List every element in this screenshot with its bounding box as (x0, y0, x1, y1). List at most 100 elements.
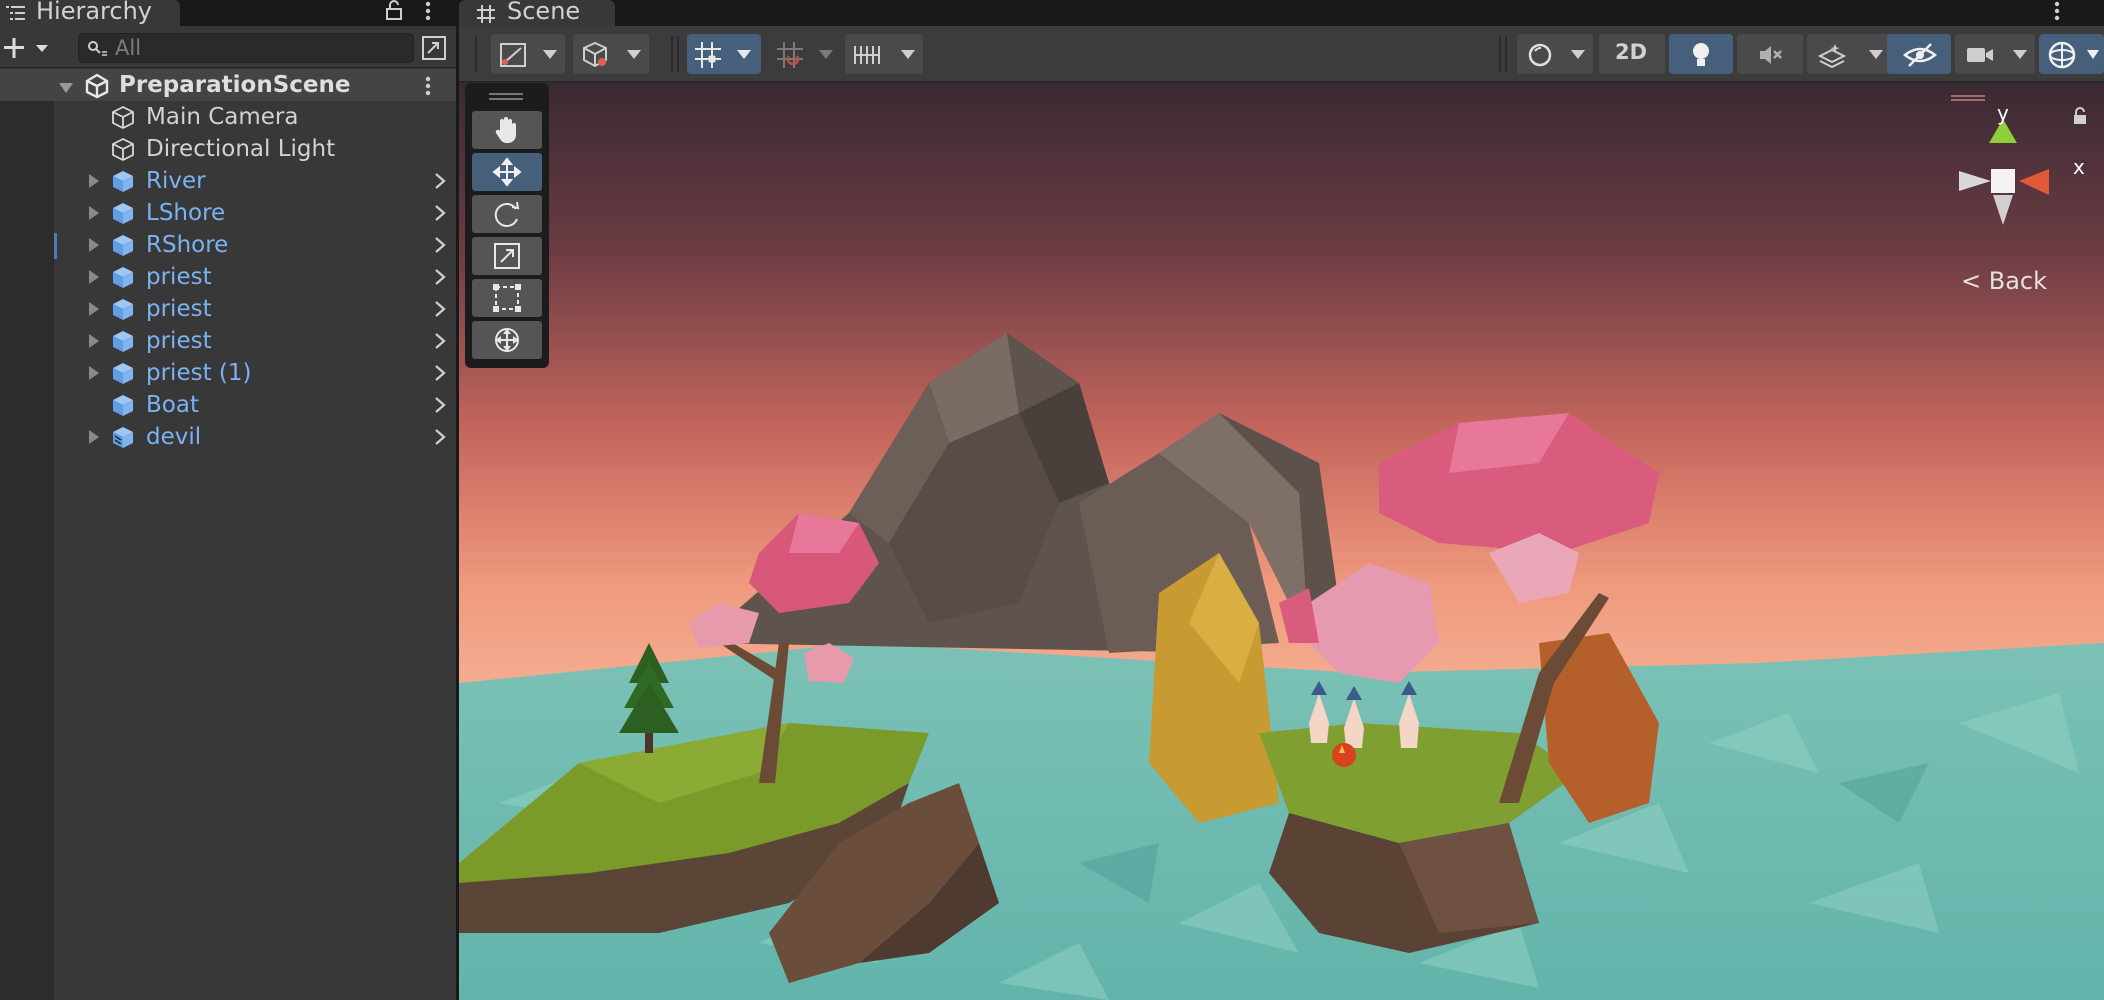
search-input[interactable] (115, 36, 405, 60)
open-prefab-chevron-icon[interactable] (434, 300, 446, 322)
hand-tool-button[interactable] (472, 111, 542, 149)
hierarchy-row[interactable]: LShore (54, 197, 456, 229)
gizmo-x-label: x (2073, 155, 2085, 179)
gizmos-toggle-button[interactable] (2039, 34, 2104, 74)
open-prefab-chevron-icon[interactable] (434, 332, 446, 354)
rulers-button[interactable] (845, 34, 923, 74)
palette-grip-icon[interactable] (489, 93, 523, 101)
hierarchy-row[interactable]: River (54, 165, 456, 197)
hierarchy-row[interactable]: priest (54, 261, 456, 293)
expand-arrow-icon[interactable] (88, 269, 100, 289)
transform-tool-button[interactable] (472, 321, 542, 359)
scene-more-icon[interactable] (420, 75, 436, 101)
hierarchy-panel: Hierarchy PreparationScene (0, 0, 456, 1000)
render-mode-button[interactable] (1517, 34, 1593, 74)
tool-palette (465, 83, 549, 368)
hierarchy-row[interactable]: priest (1) (54, 357, 456, 389)
open-prefab-chevron-icon[interactable] (434, 236, 446, 258)
prefab-icon (110, 360, 136, 390)
rotate-tool-button[interactable] (472, 195, 542, 233)
open-prefab-chevron-icon[interactable] (434, 396, 446, 418)
scene-render (459, 83, 2104, 1000)
open-prefab-chevron-icon[interactable] (434, 204, 446, 226)
draw-mode-icon (500, 43, 526, 67)
hierarchy-row-label: Directional Light (146, 136, 336, 162)
expand-arrow-icon[interactable] (88, 301, 100, 321)
gizmo-neg-x-arrow[interactable] (1959, 171, 1991, 191)
gizmo-center-cube[interactable] (1991, 169, 2015, 193)
hierarchy-row[interactable]: priest (54, 293, 456, 325)
hierarchy-row[interactable]: RShore (54, 229, 456, 261)
open-prefab-chevron-icon[interactable] (434, 172, 446, 194)
grid-snap-icon (695, 42, 721, 68)
devil-figure (1332, 743, 1356, 767)
orientation-gizmo[interactable] (1939, 103, 2089, 263)
eye-slash-icon (1903, 43, 1937, 67)
gizmo-y-label: y (1997, 101, 2009, 125)
open-prefab-chevron-icon[interactable] (434, 268, 446, 290)
camera-settings-button[interactable] (1955, 34, 2035, 74)
scene-root-row[interactable]: PreparationScene (0, 69, 456, 101)
toolbar-separator (671, 36, 673, 72)
lock-icon[interactable] (382, 0, 406, 26)
hidden-objects-toggle-button[interactable] (1887, 34, 1951, 74)
hand-icon (495, 117, 516, 143)
prefab-icon (110, 200, 136, 230)
increment-snap-button[interactable] (767, 34, 841, 74)
expand-arrow-icon[interactable] (88, 365, 100, 385)
prefab-icon (110, 328, 136, 358)
scene-options-icon[interactable] (2049, 0, 2065, 26)
hierarchy-tab-bar: Hierarchy (0, 0, 456, 26)
hierarchy-row[interactable]: priest (54, 325, 456, 357)
shading-mode-button[interactable] (573, 34, 649, 74)
gizmo-neg-y-arrow[interactable] (1993, 195, 2013, 225)
hierarchy-row[interactable]: Directional Light (54, 133, 456, 165)
effects-button[interactable] (1807, 34, 1893, 74)
gizmo-grip-icon[interactable] (1951, 95, 1985, 101)
collapse-arrow-icon[interactable] (58, 79, 74, 98)
expand-arrow-icon[interactable] (88, 237, 100, 257)
dropdown-arrow-icon (1571, 50, 1585, 59)
expand-arrow-icon[interactable] (88, 205, 100, 225)
scale-tool-button[interactable] (472, 237, 542, 275)
expand-arrow-icon[interactable] (88, 173, 100, 193)
dropdown-arrow-icon (737, 50, 751, 59)
hierarchy-row-label: priest (146, 264, 212, 290)
gizmo-lock-icon[interactable] (2071, 107, 2089, 125)
expand-arrow-icon[interactable] (88, 333, 100, 353)
create-button[interactable] (0, 34, 58, 62)
hierarchy-row[interactable]: devil (54, 421, 456, 453)
hierarchy-row[interactable]: Boat (54, 389, 456, 421)
expand-arrow-icon[interactable] (88, 429, 100, 449)
move-arrows-icon (492, 157, 522, 187)
gizmo-x-arrow[interactable] (2019, 169, 2049, 195)
open-prefab-chevron-icon[interactable] (434, 428, 446, 450)
tab-scene[interactable]: Scene (459, 0, 615, 26)
sphere-icon (1528, 43, 1552, 67)
lightbulb-icon (1693, 43, 1709, 66)
dropdown-arrow-icon (543, 50, 557, 59)
draw-mode-button[interactable] (491, 34, 565, 74)
view-orientation-label[interactable]: < Back (1961, 267, 2047, 295)
hierarchy-row-label: Main Camera (146, 104, 299, 130)
audio-toggle-button[interactable] (1737, 34, 1803, 74)
move-tool-button[interactable] (472, 153, 542, 191)
grid-snap-button[interactable] (687, 34, 761, 74)
rect-tool-button[interactable] (472, 279, 542, 317)
tab-hierarchy[interactable]: Hierarchy (0, 0, 180, 26)
open-window-icon (422, 36, 446, 60)
search-field[interactable] (78, 33, 414, 63)
toolbar-grip (475, 36, 477, 72)
prefab-icon (110, 232, 136, 262)
more-options-icon[interactable] (420, 0, 436, 26)
scene-panel: Scene 2D y x < Back (459, 0, 2104, 1000)
hierarchy-row[interactable]: Main Camera (54, 101, 456, 133)
lighting-toggle-button[interactable] (1669, 34, 1733, 74)
scene-tab-label: Scene (507, 0, 581, 25)
search-icon (87, 40, 109, 62)
scene-visibility-button[interactable] (418, 33, 450, 63)
open-prefab-chevron-icon[interactable] (434, 364, 446, 386)
hierarchy-row-label: LShore (146, 200, 226, 226)
scene-viewport[interactable]: y x < Back (459, 83, 2104, 1000)
2d-toggle-button[interactable]: 2D (1599, 34, 1665, 74)
